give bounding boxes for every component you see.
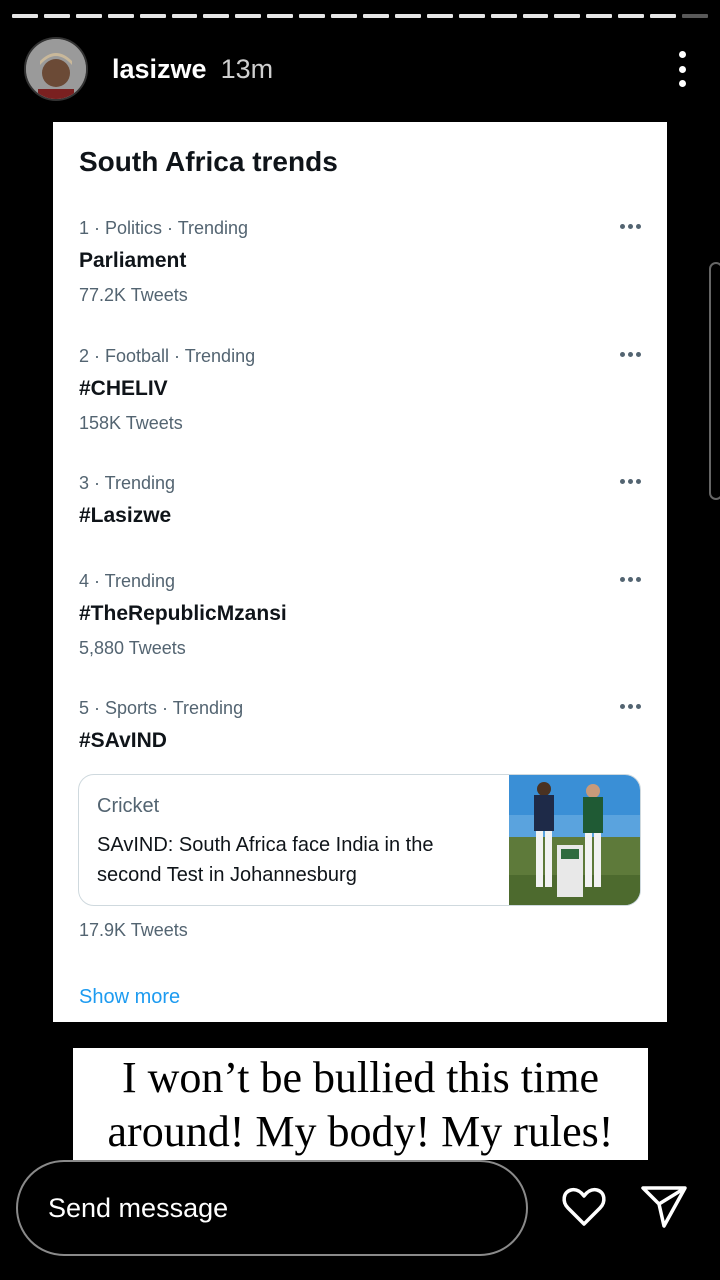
more-horizontal-icon[interactable] [620,224,641,229]
progress-segment [235,14,262,18]
caption-line-2: around! My body! My rules! [107,1107,614,1156]
trend-count: 5,880 Tweets [79,638,186,658]
progress-segment [362,14,389,18]
caption-line-1: I won’t be bullied this time [121,1053,600,1102]
progress-segment [12,14,38,18]
news-thumbnail [509,775,640,905]
story-timestamp: 13m [220,53,274,84]
story-caption: I won’t be bullied this time around! My … [73,1048,648,1160]
send-message-input[interactable]: Send message [16,1160,528,1256]
progress-segment [171,14,198,18]
more-vertical-icon[interactable] [676,51,688,87]
progress-segment [554,14,581,18]
progress-segment [75,14,102,18]
progress-segment [331,14,357,18]
progress-segment [107,14,134,18]
news-card[interactable]: Cricket SAvIND: South Africa face India … [78,774,641,906]
trend-count: 158K Tweets [79,413,183,433]
trend-meta: 2 · Football · Trending [79,346,256,366]
story-progress-bar [12,14,708,18]
trend-meta: 1 · Politics · Trending [79,218,249,238]
trend-meta: 4 · Trending [79,571,176,591]
progress-segment [394,14,421,18]
trend-count: 77.2K Tweets [79,285,188,305]
trend-name: Parliament [79,249,187,272]
trend-meta: 5 · Sports · Trending [79,698,244,718]
more-horizontal-icon[interactable] [620,352,641,357]
progress-segment [682,14,708,18]
trend-name: #SAvIND [79,729,167,752]
trend-meta: 3 · Trending [79,473,176,493]
progress-segment [650,14,677,18]
trend-name: #Lasizwe [79,504,172,527]
more-horizontal-icon[interactable] [620,577,641,582]
send-icon[interactable] [640,1184,688,1230]
trend-item[interactable]: 5 · Sports · Trending #SAvIND [79,698,641,753]
more-horizontal-icon[interactable] [620,479,641,484]
show-more-link[interactable]: Show more [79,986,180,1009]
progress-segment [458,14,485,18]
avatar[interactable] [24,37,88,101]
news-tweet-count: 17.9K Tweets [79,920,188,940]
story-header: lasizwe 13m [24,36,704,102]
trend-item[interactable]: 3 · Trending #Lasizwe [79,473,641,528]
progress-segment [267,14,294,18]
news-category: Cricket [97,795,160,817]
trend-item[interactable]: 4 · Trending #TheRepublicMzansi 5,880 Tw… [79,571,641,659]
progress-segment [522,14,549,18]
progress-segment [203,14,230,18]
more-horizontal-icon[interactable] [620,704,641,709]
trends-screenshot: South Africa trends 1 · Politics · Trend… [53,122,667,1022]
progress-segment [490,14,517,18]
trend-name: #CHELIV [79,377,168,400]
heart-icon[interactable] [560,1182,608,1230]
progress-segment [426,14,453,18]
progress-segment [586,14,613,18]
progress-segment [43,14,70,18]
trends-title: South Africa trends [79,146,338,177]
username[interactable]: lasizwe [112,54,207,85]
side-scroll-handle [709,262,720,500]
trend-item[interactable]: 2 · Football · Trending #CHELIV 158K Twe… [79,346,641,434]
trend-name: #TheRepublicMzansi [79,602,287,625]
progress-segment [618,14,645,18]
news-text: Cricket SAvIND: South Africa face India … [79,775,509,905]
news-headline: SAvIND: South Africa face India in the s… [97,834,434,886]
progress-segment [299,14,326,18]
trend-item[interactable]: 1 · Politics · Trending Parliament 77.2K… [79,218,641,306]
progress-segment [139,14,166,18]
